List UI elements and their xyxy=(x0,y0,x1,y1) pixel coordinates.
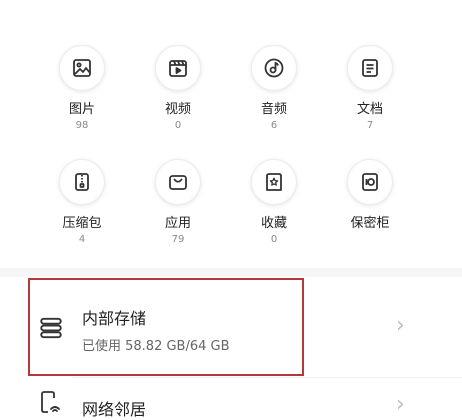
category-count: 79 xyxy=(171,234,185,245)
category-videos[interactable]: 视频 0 xyxy=(130,45,226,132)
archive-icon-button xyxy=(59,159,105,205)
video-icon-button xyxy=(155,45,201,91)
category-count: 0 xyxy=(174,120,182,131)
category-count: 6 xyxy=(270,120,278,131)
category-label: 图片 xyxy=(68,102,95,117)
safe-icon xyxy=(362,173,378,191)
app-icon xyxy=(169,175,187,190)
category-audio[interactable]: 音频 6 xyxy=(226,45,322,132)
network-neighbor-row[interactable] xyxy=(0,378,462,419)
category-count: 7 xyxy=(366,120,374,131)
favorite-icon-button xyxy=(251,159,297,205)
category-label: 视频 xyxy=(164,102,191,117)
audio-icon-button xyxy=(251,45,297,91)
storage-title: 内部存储 xyxy=(82,309,147,328)
category-images[interactable]: 图片 98 xyxy=(34,45,130,132)
safe-icon-button xyxy=(347,159,393,205)
highlight-box xyxy=(28,278,304,376)
document-icon xyxy=(362,59,378,77)
audio-icon xyxy=(264,58,284,78)
network-neighbor-icon xyxy=(41,391,60,413)
favorite-icon xyxy=(266,173,282,191)
storage-icon xyxy=(40,317,62,339)
category-count: 4 xyxy=(78,234,86,245)
category-archives[interactable]: 压缩包 4 xyxy=(34,159,130,246)
document-icon-button xyxy=(347,45,393,91)
chevron-right-icon: › xyxy=(396,392,405,417)
category-label: 音频 xyxy=(260,102,287,117)
image-icon xyxy=(73,59,91,77)
category-documents[interactable]: 文档 7 xyxy=(322,45,418,132)
category-label: 收藏 xyxy=(260,216,287,231)
network-neighbor-title: 网络邻居 xyxy=(82,400,147,419)
chevron-right-icon: › xyxy=(396,313,405,338)
section-divider xyxy=(0,268,462,277)
category-count: 0 xyxy=(270,234,278,245)
category-label: 压缩包 xyxy=(62,216,102,231)
category-safe[interactable]: 保密柜 xyxy=(322,159,418,234)
category-label: 文档 xyxy=(356,102,383,117)
category-apps[interactable]: 应用 79 xyxy=(130,159,226,246)
category-count: 98 xyxy=(75,120,89,131)
archive-icon xyxy=(75,173,89,191)
image-icon-button xyxy=(59,45,105,91)
category-favorites[interactable]: 收藏 0 xyxy=(226,159,322,246)
storage-usage: 已使用 58.82 GB/64 GB xyxy=(82,339,230,354)
app-icon-button xyxy=(155,159,201,205)
video-icon xyxy=(169,60,187,77)
category-label: 应用 xyxy=(164,216,191,231)
category-label: 保密柜 xyxy=(350,216,390,231)
